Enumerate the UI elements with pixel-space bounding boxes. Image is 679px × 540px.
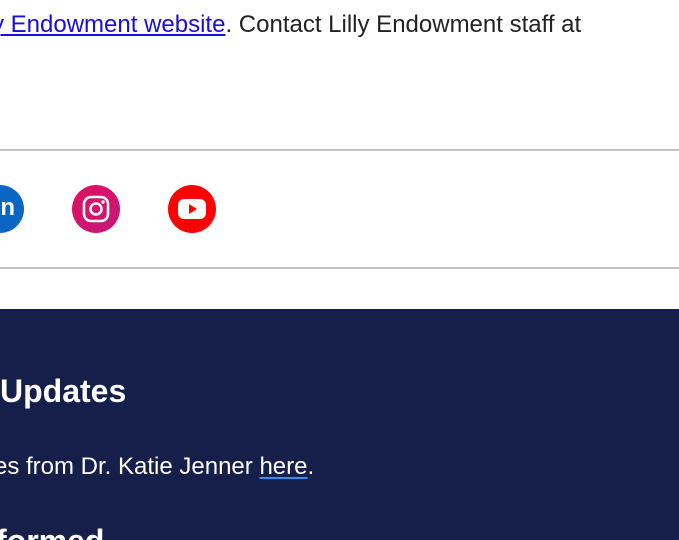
updates-text: es from Dr. Katie Jenner here. (0, 450, 314, 484)
instagram-icon[interactable] (72, 185, 120, 233)
youtube-glyph (178, 199, 206, 219)
social-divider-bottom (0, 267, 679, 269)
social-divider-top (0, 149, 679, 151)
linkedin-glyph: in (0, 194, 15, 221)
intro-text: y Endowment website. Contact Lilly Endow… (0, 8, 581, 42)
youtube-icon[interactable] (168, 185, 216, 233)
footer-section: Updates es from Dr. Katie Jenner here. f… (0, 309, 679, 540)
instagram-glyph (82, 195, 110, 223)
updates-text-before: es from Dr. Katie Jenner (0, 453, 260, 480)
updates-text-after: . (307, 453, 315, 480)
linkedin-icon[interactable]: in (0, 185, 24, 233)
updates-heading: Updates (0, 373, 127, 409)
updates-here-link[interactable]: here (259, 453, 307, 480)
stay-informed-heading: formed (0, 521, 104, 540)
contact-text: . Contact Lilly Endowment staff at (225, 11, 582, 38)
page: y Endowment website. Contact Lilly Endow… (0, 0, 679, 540)
endowment-website-link[interactable]: y Endowment website (0, 11, 225, 38)
